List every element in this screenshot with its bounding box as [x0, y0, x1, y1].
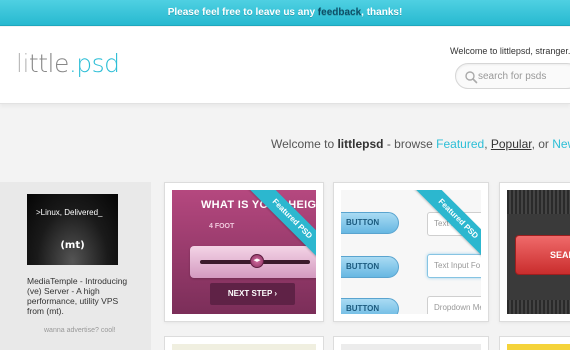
advertise-link[interactable]: wanna advertise? cool! — [44, 327, 116, 334]
featured-link[interactable]: Featured — [436, 137, 484, 151]
logo-part-3: .psd — [68, 49, 120, 78]
thumbnail-dropdown: Dropdown Me — [427, 296, 481, 314]
feedback-notice-bar: Please feel free to leave us any feedbac… — [0, 0, 570, 26]
tagline-mid: - browse — [383, 137, 437, 151]
newest-link[interactable]: Newest — [552, 137, 570, 151]
slider-knob: ◂▸ — [250, 254, 264, 268]
welcome-message: Welcome to littlepsd, stranger. — [450, 46, 570, 56]
logo-part-1: li — [16, 49, 29, 78]
psd-thumbnail — [341, 344, 481, 350]
ad-banner-image[interactable]: >Linux, Delivered_ (mt) — [27, 194, 118, 265]
site-logo[interactable]: little.psd — [16, 49, 120, 78]
search-input[interactable] — [478, 68, 570, 84]
thumbnail-search-button: SEAR — [515, 235, 570, 275]
notice-text-before: Please feel free to leave us any — [167, 7, 318, 18]
psd-card[interactable] — [333, 336, 489, 350]
browse-tagline: Welcome to littlepsd - browse Featured , … — [271, 137, 570, 151]
thumbnail-input: Text Input Fo — [427, 254, 481, 278]
sidebar-ad: >Linux, Delivered_ (mt) MediaTemple - In… — [0, 182, 151, 350]
tagline-prefix: Welcome to — [271, 137, 338, 151]
logo-part-2: ttle — [28, 49, 69, 78]
thumbnail-button: BUTTON — [341, 212, 399, 234]
ad-description[interactable]: MediaTemple - Introducing (ve) Server - … — [27, 276, 137, 316]
psd-thumbnail — [507, 344, 570, 350]
tagline-or: , or — [531, 137, 553, 151]
thumbnail-button: BUTTON — [341, 256, 399, 278]
psd-card-search-button[interactable]: SEAR — [499, 182, 570, 322]
psd-thumbnail[interactable]: SEAR — [507, 190, 570, 314]
thumbnail-texture — [507, 300, 570, 314]
ad-image-headline: >Linux, Delivered_ — [36, 208, 103, 217]
thumbnail-texture — [507, 190, 570, 214]
psd-thumbnail — [172, 344, 316, 350]
thumbnail-button: BUTTON — [341, 298, 399, 314]
psd-card-buttons-inputs[interactable]: BUTTON BUTTON BUTTON Text Input Text Inp… — [333, 182, 489, 322]
tagline-brand: littlepsd — [337, 137, 384, 151]
thumbnail-slider: ◂▸ — [190, 246, 316, 278]
psd-card-height-slider[interactable]: WHAT IS YOUR HEIGHT 4 FOOT ◂▸ NEXT STEP … — [164, 182, 324, 322]
notice-text-after: , thanks! — [361, 7, 403, 18]
thumbnail-title: WHAT IS YOUR HEIGHT — [201, 199, 316, 211]
feedback-link[interactable]: feedback — [318, 7, 361, 18]
popular-link[interactable]: Popular — [491, 137, 532, 151]
psd-card[interactable] — [499, 336, 570, 350]
psd-thumbnail[interactable]: BUTTON BUTTON BUTTON Text Input Text Inp… — [341, 190, 481, 314]
search-box[interactable] — [455, 63, 570, 89]
psd-card[interactable] — [164, 336, 324, 350]
tagline-comma: , — [484, 137, 491, 151]
thumbnail-next-button: NEXT STEP › — [210, 283, 295, 305]
thumbnail-subtitle: 4 FOOT — [209, 223, 235, 230]
ad-image-logo: (mt) — [60, 240, 85, 251]
search-icon — [465, 71, 478, 84]
psd-thumbnail[interactable]: WHAT IS YOUR HEIGHT 4 FOOT ◂▸ NEXT STEP … — [172, 190, 316, 314]
